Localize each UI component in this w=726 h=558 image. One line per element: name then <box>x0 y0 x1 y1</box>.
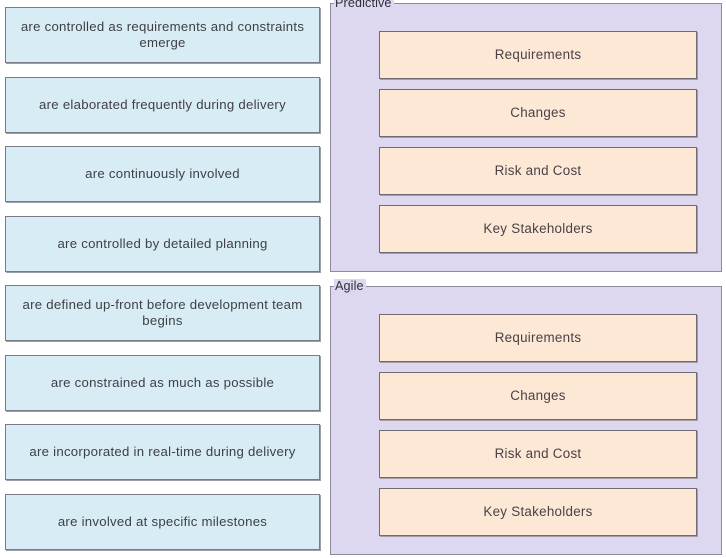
answer-tile-label: are defined up-front before development … <box>22 297 303 328</box>
answer-tile-8[interactable]: are involved at specific milestones <box>5 494 320 550</box>
category-item-label: Requirements <box>494 330 582 345</box>
answer-tile-7[interactable]: are incorporated in real-time during del… <box>5 424 320 480</box>
answer-tile-3[interactable]: are continuously involved <box>5 146 320 202</box>
answer-tile-label: are incorporated in real-time during del… <box>29 444 296 459</box>
answer-tile-4[interactable]: are controlled by detailed planning <box>5 216 320 272</box>
category-item-label: Changes <box>510 105 566 120</box>
category-item-changes[interactable]: Changes <box>379 89 697 137</box>
answer-tile-5[interactable]: are defined up-front before development … <box>5 285 320 341</box>
answer-tile-label: are controlled as requirements and const… <box>20 19 305 50</box>
category-item-risk-and-cost[interactable]: Risk and Cost <box>379 430 697 478</box>
category-item-label: Requirements <box>494 47 582 62</box>
panel-title-predictive: Predictive <box>334 0 394 10</box>
category-item-requirements[interactable]: Requirements <box>379 314 697 362</box>
category-item-changes[interactable]: Changes <box>379 372 697 420</box>
answer-tile-2[interactable]: are elaborated frequently during deliver… <box>5 77 320 133</box>
category-item-label: Changes <box>510 388 566 403</box>
category-panel-predictive: Predictive Requirements Changes Risk and… <box>330 0 722 272</box>
panel-title-agile: Agile <box>334 279 366 293</box>
answer-tile-6[interactable]: are constrained as much as possible <box>5 355 320 411</box>
answer-tile-label: are involved at specific milestones <box>57 514 268 529</box>
category-item-key-stakeholders[interactable]: Key Stakeholders <box>379 205 697 253</box>
category-item-requirements[interactable]: Requirements <box>379 31 697 79</box>
answer-tile-label: are constrained as much as possible <box>50 375 275 390</box>
category-item-list-predictive: Requirements Changes Risk and Cost Key S… <box>379 31 697 253</box>
answer-tile-label: are continuously involved <box>85 166 240 181</box>
answer-tile-label: are elaborated frequently during deliver… <box>39 97 286 112</box>
category-item-list-agile: Requirements Changes Risk and Cost Key S… <box>379 314 697 536</box>
answer-tile-column: are controlled as requirements and const… <box>5 7 322 551</box>
category-item-label: Key Stakeholders <box>483 221 593 236</box>
answer-tile-1[interactable]: are controlled as requirements and const… <box>5 7 320 63</box>
category-item-label: Key Stakeholders <box>483 504 593 519</box>
category-item-label: Risk and Cost <box>494 446 582 461</box>
answer-tile-label: are controlled by detailed planning <box>57 236 268 251</box>
category-item-key-stakeholders[interactable]: Key Stakeholders <box>379 488 697 536</box>
category-item-risk-and-cost[interactable]: Risk and Cost <box>379 147 697 195</box>
category-panel-agile: Agile Requirements Changes Risk and Cost… <box>330 279 722 555</box>
category-item-label: Risk and Cost <box>494 163 582 178</box>
matching-exercise-canvas: are controlled as requirements and const… <box>0 0 726 558</box>
